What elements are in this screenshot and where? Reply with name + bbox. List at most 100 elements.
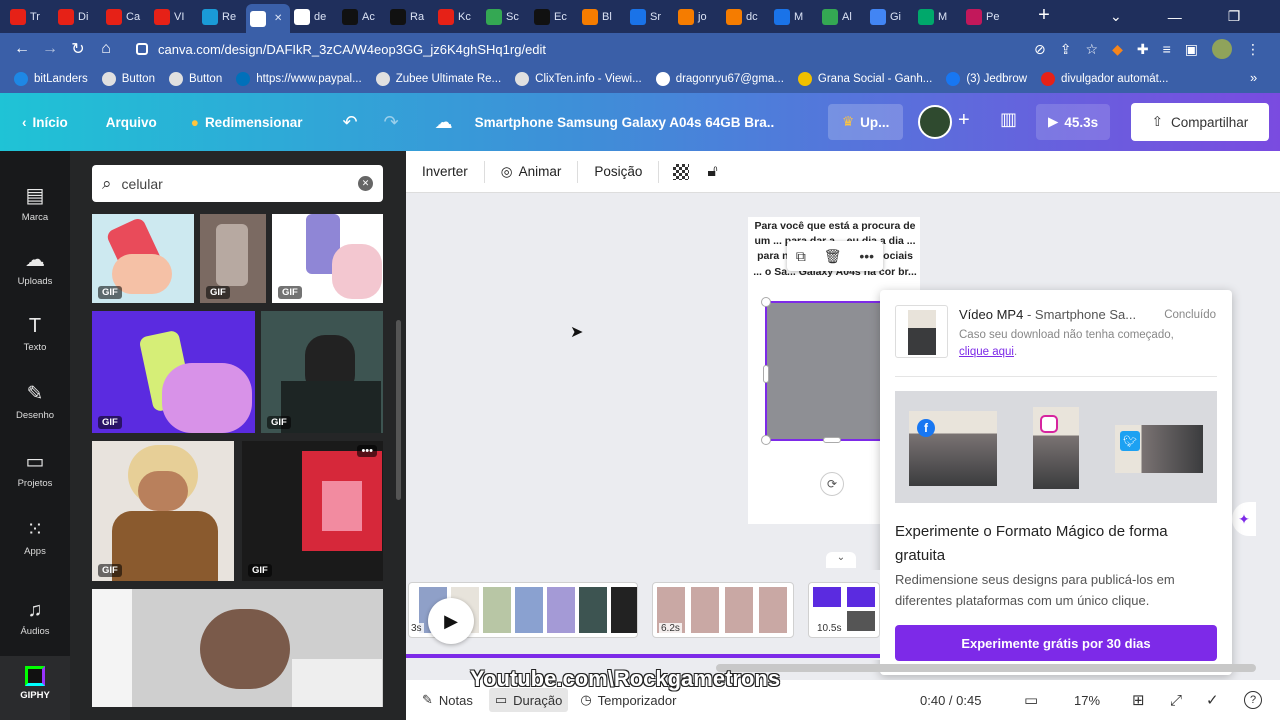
browser-tab[interactable]: Gi	[866, 4, 914, 30]
home-button[interactable]: ‹ Início	[22, 115, 68, 130]
more-icon[interactable]: •••	[859, 248, 874, 264]
search-input[interactable]: ⌕ celular ✕	[92, 165, 383, 202]
url-field[interactable]: canva.com/design/DAFIkR_3zCA/W4eop3GG_jz…	[136, 37, 1096, 61]
gif-result[interactable]	[92, 589, 383, 707]
browser-tab[interactable]: Ec	[530, 4, 578, 30]
browser-tab[interactable]: Ac	[338, 4, 386, 30]
transparency-icon[interactable]	[673, 163, 690, 180]
gif-result[interactable]: GIF	[92, 214, 194, 303]
browser-tab[interactable]: Re	[198, 4, 246, 30]
extension-fox-icon[interactable]: ◆	[1112, 41, 1123, 58]
profile-avatar[interactable]	[1212, 39, 1232, 59]
browser-tab[interactable]: Ra	[386, 4, 434, 30]
share-button[interactable]: ⇧ Compartilhar	[1131, 103, 1269, 141]
sidebar-item-apps[interactable]: ⁙ Apps	[0, 517, 70, 557]
hide-icon[interactable]: ⊘	[1034, 41, 1046, 58]
add-user-icon[interactable]: +	[958, 109, 970, 132]
page-view-icon[interactable]: ▭	[1024, 691, 1038, 709]
file-menu-button[interactable]: Arquivo	[106, 115, 157, 130]
menu-icon[interactable]: ⋮	[1246, 41, 1260, 58]
notes-button[interactable]: ✎ Notas	[422, 692, 473, 708]
timeline-clip[interactable]: 6.2s	[652, 582, 794, 638]
horizontal-scrollbar[interactable]	[716, 664, 1256, 672]
flip-button[interactable]: Inverter	[406, 164, 484, 179]
delete-icon[interactable]: 🗑︎	[824, 248, 842, 265]
position-button[interactable]: Posição	[578, 164, 658, 179]
gif-result[interactable]: GIF	[92, 311, 255, 433]
gif-result[interactable]: ••• GIF	[242, 441, 383, 581]
resize-handle[interactable]	[761, 297, 771, 307]
check-icon[interactable]: ✓	[1206, 691, 1219, 709]
bookmark-star-icon[interactable]: ☆	[1086, 41, 1099, 58]
browser-tab[interactable]: Ca	[102, 4, 150, 30]
home-icon[interactable]: ⌂	[92, 40, 120, 58]
back-icon[interactable]: ←	[8, 40, 36, 58]
bookmark-item[interactable]: bitLanders	[14, 72, 88, 86]
analytics-icon[interactable]: ▥	[1000, 109, 1017, 130]
browser-tab[interactable]: ✕	[246, 4, 290, 33]
sidebar-item-audio[interactable]: ♫ Áudios	[0, 599, 70, 637]
duplicate-icon[interactable]: ⧉	[796, 248, 806, 265]
browser-tab[interactable]: Sc	[482, 4, 530, 30]
clear-search-icon[interactable]: ✕	[358, 176, 373, 191]
extensions-puzzle-icon[interactable]: ✚	[1137, 41, 1149, 58]
zoom-level[interactable]: 17%	[1074, 693, 1100, 708]
sidebar-item-uploads[interactable]: ☁ Uploads	[0, 247, 70, 287]
animate-button[interactable]: ◎ Animar	[485, 164, 578, 180]
gif-result[interactable]: GIF	[261, 311, 383, 433]
browser-tab[interactable]: Bl	[578, 4, 626, 30]
minimize-icon[interactable]: —	[1168, 9, 1182, 25]
bookmark-item[interactable]: Button	[168, 72, 222, 86]
timeline-play-button[interactable]: ▶	[428, 598, 474, 644]
browser-tab[interactable]: Tr	[6, 4, 54, 30]
retry-download-link[interactable]: clique aqui	[959, 346, 1014, 358]
browser-tab[interactable]: dc	[722, 4, 770, 30]
bookmark-item[interactable]: ClixTen.info - Viewi...	[515, 72, 642, 86]
reading-list-icon[interactable]: ≡	[1163, 41, 1171, 57]
resize-handle[interactable]	[823, 437, 841, 443]
browser-tab[interactable]: M	[914, 4, 962, 30]
sidebar-item-brand[interactable]: ▤ Marca	[0, 183, 70, 223]
forward-icon[interactable]: →	[36, 40, 64, 58]
sidebar-item-text[interactable]: T Texto	[0, 315, 70, 353]
browser-tab[interactable]: M	[770, 4, 818, 30]
bookmark-item[interactable]: dragonryu67@gma...	[655, 72, 784, 86]
bookmark-item[interactable]: (3) Jedbrow	[946, 72, 1027, 86]
browser-tab[interactable]: Sr	[626, 4, 674, 30]
grid-view-icon[interactable]: ⊞	[1132, 691, 1145, 709]
bookmark-item[interactable]: divulgador automát...	[1041, 72, 1168, 86]
share-page-icon[interactable]: ⇪	[1060, 41, 1072, 58]
browser-tab[interactable]: VI	[150, 4, 198, 30]
user-avatar[interactable]	[918, 105, 952, 139]
tab-search-icon[interactable]: ⌄	[1110, 8, 1122, 25]
undo-icon[interactable]: ↶	[342, 112, 357, 133]
sidepanel-icon[interactable]: ▣	[1185, 41, 1198, 58]
bookmark-item[interactable]: https://www.paypal...	[236, 72, 362, 86]
redo-icon[interactable]: ↷	[384, 112, 399, 133]
close-tab-icon[interactable]: ✕	[274, 13, 282, 24]
rotate-handle[interactable]: ⟳	[820, 472, 844, 496]
help-icon[interactable]: ?	[1244, 691, 1262, 709]
timeline-collapse-icon[interactable]: ⌄	[826, 552, 856, 568]
timer-button[interactable]: ◷ Temporizador	[580, 692, 676, 708]
browser-tab[interactable]: Al	[818, 4, 866, 30]
lock-icon[interactable]: 🔓︎	[707, 163, 717, 181]
sidebar-item-projects[interactable]: ▭ Projetos	[0, 449, 70, 489]
more-options-icon[interactable]: •••	[357, 445, 377, 457]
play-button[interactable]: ▶ 45.3s	[1036, 104, 1111, 140]
browser-tab[interactable]: de	[290, 4, 338, 30]
resize-handle[interactable]	[763, 365, 769, 383]
browser-tab[interactable]: Di	[54, 4, 102, 30]
try-free-button[interactable]: Experimente grátis por 30 dias	[895, 625, 1217, 661]
browser-tab[interactable]: jo	[674, 4, 722, 30]
restore-icon[interactable]: ❐	[1228, 8, 1241, 25]
cloud-saved-icon[interactable]: ☁	[435, 112, 453, 133]
reload-icon[interactable]: ↻	[64, 39, 92, 59]
resize-handle[interactable]	[761, 435, 771, 445]
timeline-clip[interactable]: 10.5s	[808, 582, 880, 638]
more-bookmarks-icon[interactable]: »	[1250, 70, 1257, 85]
bookmark-item[interactable]: Grana Social - Ganh...	[797, 72, 932, 86]
bookmark-item[interactable]: Zubee Ultimate Re...	[375, 72, 501, 86]
resize-button[interactable]: ● Redimensionar	[191, 115, 303, 130]
fullscreen-icon[interactable]: ⤢	[1170, 692, 1182, 709]
